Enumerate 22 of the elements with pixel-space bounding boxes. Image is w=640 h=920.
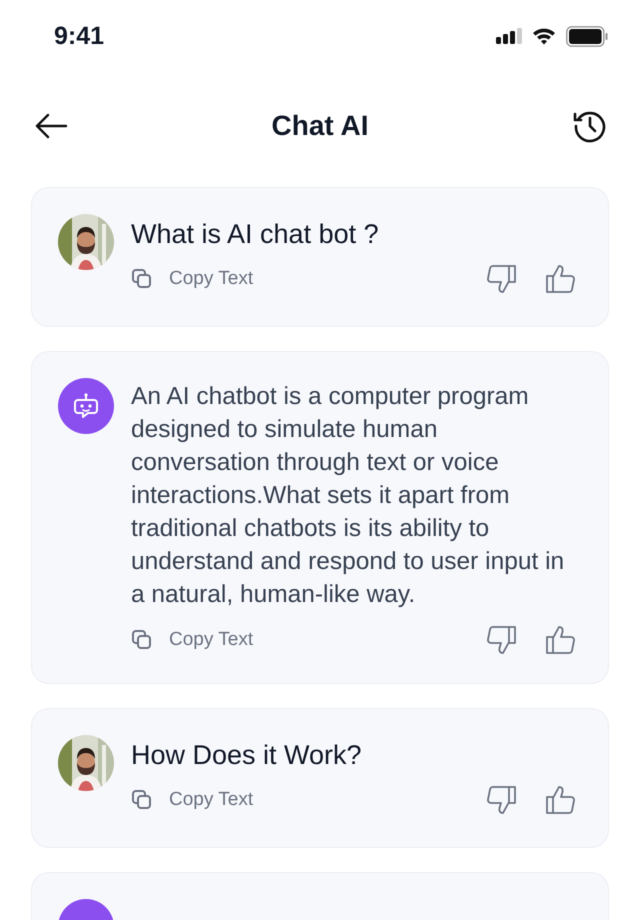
message-text: An AI chatbot is a computer program designed to simulate human conversation through text or voice interactions.What sets it apart from traditional chatbots is its ability to understand and respond to user input in a natural, human-like way. (131, 382, 566, 610)
copy-text-button[interactable]: Copy Text (131, 789, 254, 811)
dislike-button[interactable] (484, 623, 518, 657)
wifi-icon (532, 27, 556, 45)
signal-icon (496, 28, 522, 44)
message-text: What is AI chat bot ? (131, 218, 380, 250)
dislike-button[interactable] (484, 783, 518, 817)
back-button[interactable] (34, 113, 68, 139)
copy-icon (131, 268, 153, 290)
copy-text-button[interactable]: Copy Text (131, 268, 254, 290)
copy-text-button[interactable]: Copy Text (131, 629, 254, 651)
copy-icon (131, 789, 153, 811)
page-title: Chat AI (272, 110, 368, 142)
message-text: How Does it Work? (131, 739, 363, 771)
copy-icon (131, 629, 153, 651)
status-time: 9:41 (54, 22, 104, 50)
like-button[interactable] (544, 783, 578, 817)
like-button[interactable] (544, 262, 578, 296)
robot-icon (72, 392, 100, 420)
dislike-button[interactable] (484, 262, 518, 296)
like-button[interactable] (544, 623, 578, 657)
battery-icon (566, 26, 608, 46)
